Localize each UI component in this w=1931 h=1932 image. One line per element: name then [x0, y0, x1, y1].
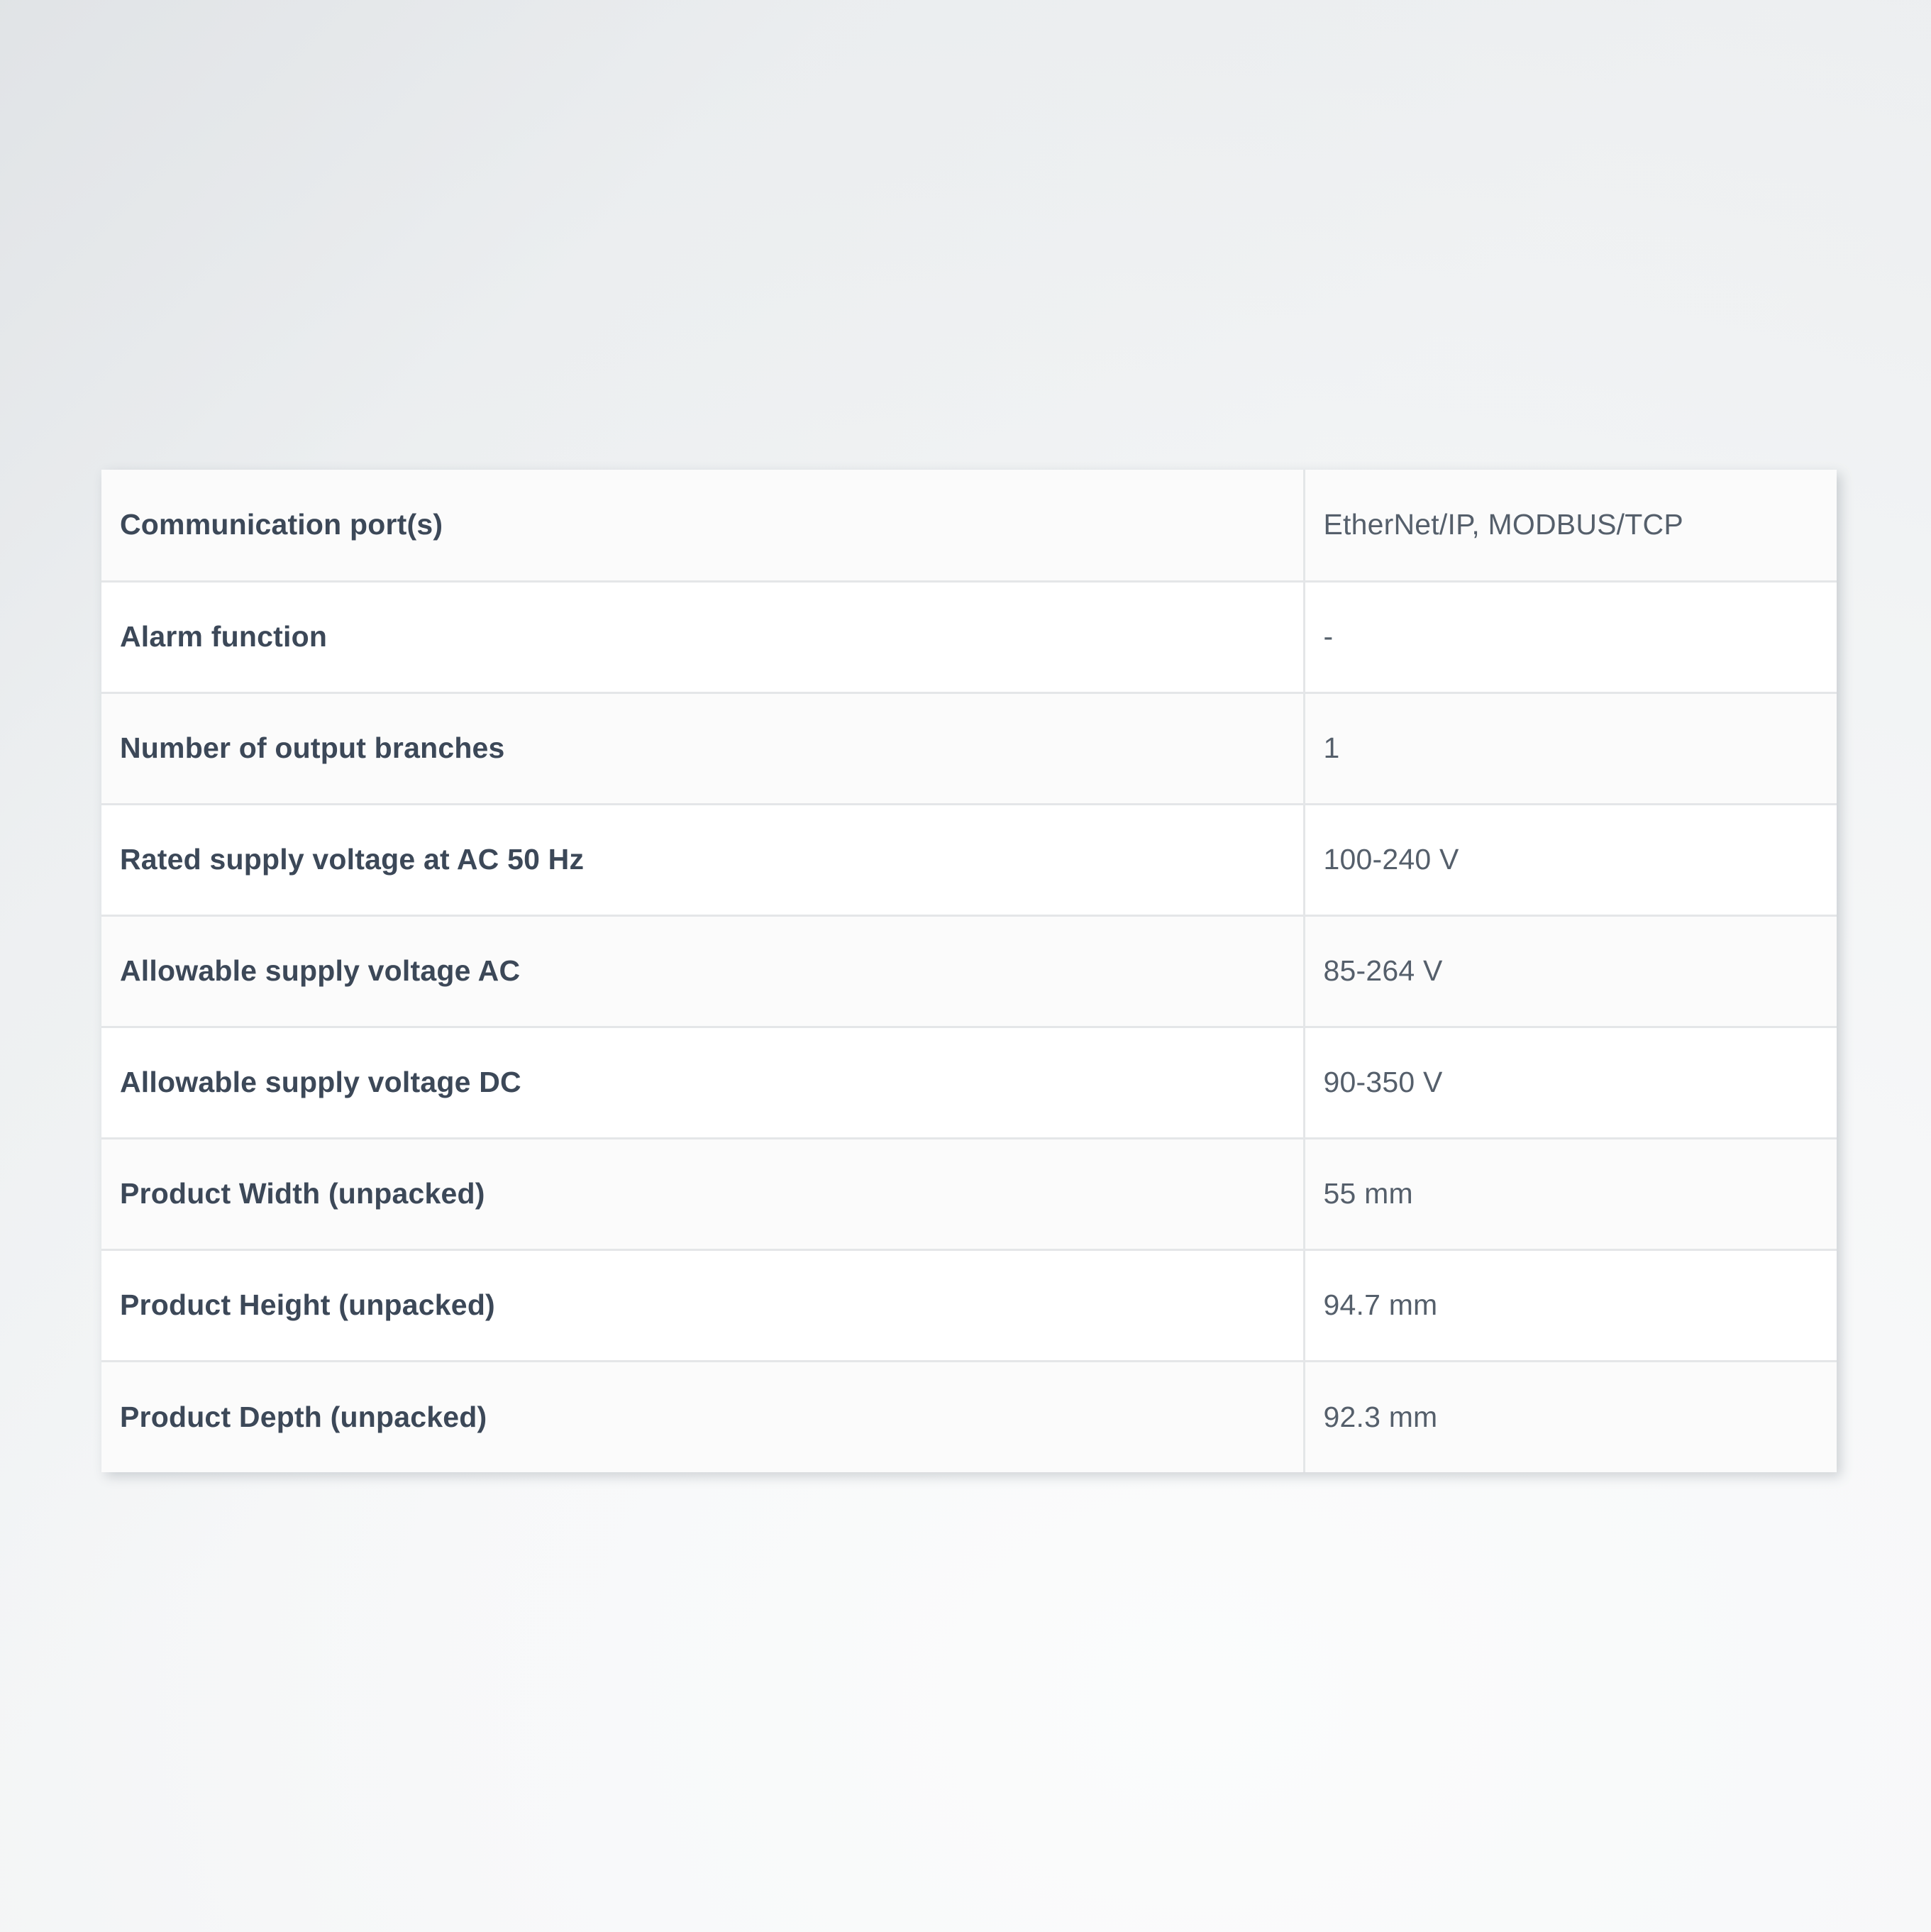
- spec-label: Allowable supply voltage AC: [101, 915, 1304, 1028]
- table-row: Product Depth (unpacked) 92.3 mm: [101, 1361, 1837, 1472]
- specification-table-card: Communication port(s) EtherNet/IP, MODBU…: [101, 470, 1837, 1472]
- spec-value: 90-350 V: [1302, 1027, 1837, 1139]
- table-row: Allowable supply voltage AC 85-264 V: [101, 915, 1837, 1028]
- spec-value: 1: [1302, 692, 1837, 805]
- spec-label: Number of output branches: [101, 692, 1304, 805]
- table-row: Communication port(s) EtherNet/IP, MODBU…: [101, 470, 1837, 583]
- spec-label: Allowable supply voltage DC: [101, 1027, 1304, 1139]
- table-row: Rated supply voltage at AC 50 Hz 100-240…: [101, 804, 1837, 917]
- spec-value: EtherNet/IP, MODBUS/TCP: [1302, 470, 1837, 583]
- spec-value: 55 mm: [1302, 1138, 1837, 1251]
- table-row: Number of output branches 1: [101, 692, 1837, 805]
- spec-value: -: [1302, 581, 1837, 694]
- spec-label: Alarm function: [101, 581, 1304, 694]
- spec-label: Product Depth (unpacked): [120, 1400, 487, 1433]
- table-row: Allowable supply voltage DC 90-350 V: [101, 1027, 1837, 1139]
- spec-value: 100-240 V: [1302, 804, 1837, 917]
- spec-value: 92.3 mm: [1302, 1361, 1837, 1472]
- spec-label: Rated supply voltage at AC 50 Hz: [101, 804, 1304, 917]
- spec-label: Product Height (unpacked): [101, 1249, 1304, 1362]
- specification-table: Communication port(s) EtherNet/IP, MODBU…: [101, 470, 1837, 1472]
- spec-value: 85-264 V: [1302, 915, 1837, 1028]
- table-row: Product Height (unpacked) 94.7 mm: [101, 1249, 1837, 1362]
- specification-table-body: Communication port(s) EtherNet/IP, MODBU…: [101, 470, 1837, 1472]
- page-background: Communication port(s) EtherNet/IP, MODBU…: [0, 0, 1931, 1932]
- spec-label: Product Width (unpacked): [101, 1138, 1304, 1251]
- spec-value: 94.7 mm: [1302, 1249, 1837, 1362]
- spec-label: Communication port(s): [101, 470, 1304, 583]
- table-row: Product Width (unpacked) 55 mm: [101, 1138, 1837, 1251]
- table-row: Alarm function -: [101, 581, 1837, 694]
